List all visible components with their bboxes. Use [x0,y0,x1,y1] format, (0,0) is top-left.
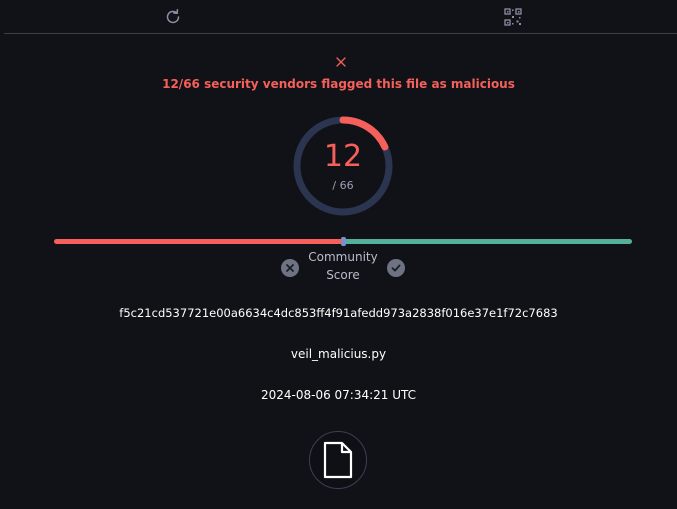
negative-score-segment [54,239,343,244]
flagged-count: 12 [323,139,363,174]
toolbar [4,0,677,34]
file-hash: f5c21cd537721e00a6634c4dc853ff4f91afedd9… [119,306,558,320]
community-label-line1: Community [308,250,378,264]
file-report-page: 12/66 security vendors flagged this file… [0,0,677,509]
file-date: 2024-08-06 07:34:21 UTC [260,388,417,402]
community-score-bar [54,237,632,246]
total-vendors: / 66 [332,179,354,192]
detection-gauge: 12 / 66 [290,113,396,219]
vote-harmless-button[interactable] [387,259,405,277]
detection-summary: 12/66 security vendors flagged this file… [162,77,515,91]
file-icon [309,431,367,489]
community-score-label: Community Score [293,248,393,284]
positive-score-segment [343,239,632,244]
file-name: veil_malicius.py [290,347,387,361]
check-icon [391,264,401,272]
reload-icon[interactable] [162,6,184,28]
close-icon[interactable] [333,54,349,70]
qr-code-icon[interactable] [502,6,524,28]
score-marker [340,237,346,246]
community-label-line2: Score [326,268,360,282]
